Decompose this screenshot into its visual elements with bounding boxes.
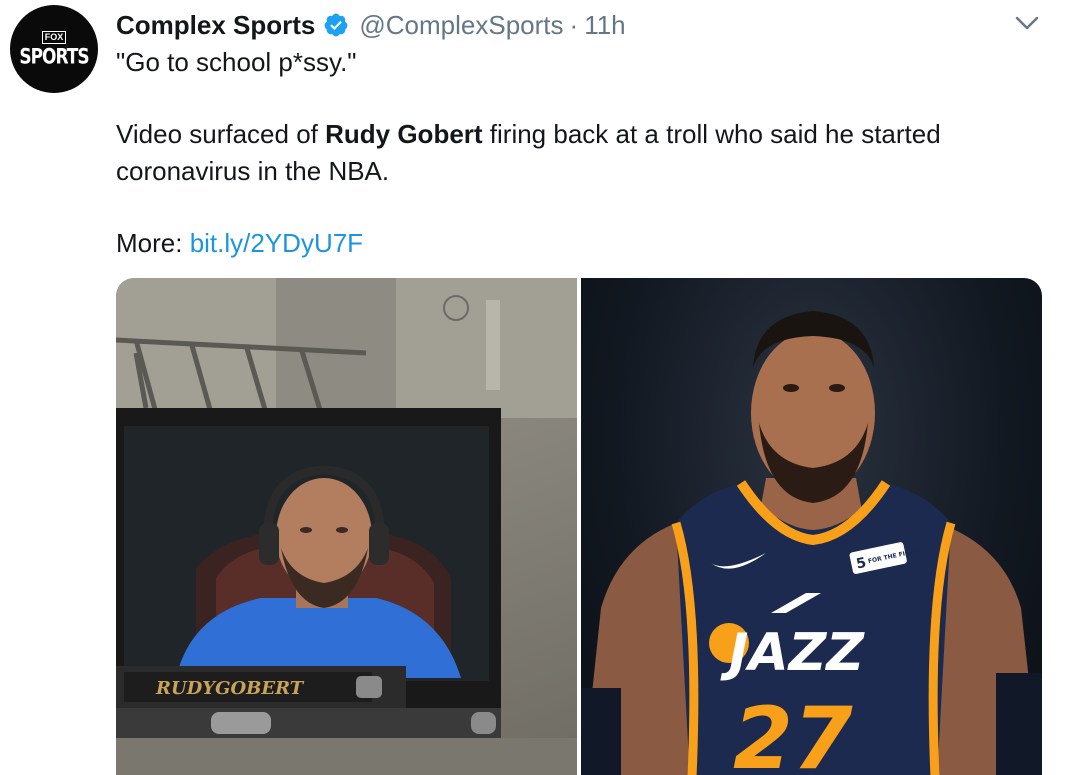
tweet-text: "Go to school p*ssy." Video surfaced of … <box>116 44 1046 262</box>
tweet-more-line: More: bit.ly/2YDyU7F <box>116 225 1046 262</box>
avatar-logo-small: FOX <box>41 31 67 44</box>
tweet-media[interactable]: RUDYGOBERT 5 FOR THE FIGHT JAZZ 27 <box>116 278 1042 775</box>
media-image-left[interactable]: RUDYGOBERT <box>116 278 577 775</box>
body-prefix: Video surfaced of <box>116 119 326 149</box>
left-image-caption: RUDYGOBERT <box>155 678 305 699</box>
more-label: More: <box>116 228 190 258</box>
mention-name: Rudy Gobert <box>325 119 483 149</box>
tweet-quote-line: "Go to school p*ssy." <box>116 47 357 77</box>
jersey-wordmark: JAZZ <box>720 623 865 683</box>
header-separator: · <box>569 9 579 40</box>
tweet-header: Complex Sports @ComplexSports · 11h <box>116 8 626 42</box>
timestamp[interactable]: 11h <box>584 10 625 41</box>
user-handle[interactable]: @ComplexSports <box>359 10 563 41</box>
avatar[interactable]: FOX SPORTS <box>10 5 98 93</box>
verified-badge-icon <box>323 12 349 38</box>
tweet-link[interactable]: bit.ly/2YDyU7F <box>190 228 363 258</box>
chevron-down-icon[interactable] <box>1014 12 1040 34</box>
display-name[interactable]: Complex Sports <box>116 10 315 41</box>
avatar-logo-text: SPORTS <box>19 44 89 70</box>
tweet-body-line: Video surfaced of Rudy Gobert firing bac… <box>116 116 1046 153</box>
tweet-body-line-2: coronavirus in the NBA. <box>116 156 390 186</box>
jersey-number: 27 <box>733 689 853 775</box>
media-image-right[interactable]: 5 FOR THE FIGHT JAZZ 27 <box>581 278 1042 775</box>
tweet[interactable]: FOX SPORTS Complex Sports @ComplexSports… <box>0 0 1078 775</box>
body-suffix: firing back at a troll who said he start… <box>482 119 941 149</box>
